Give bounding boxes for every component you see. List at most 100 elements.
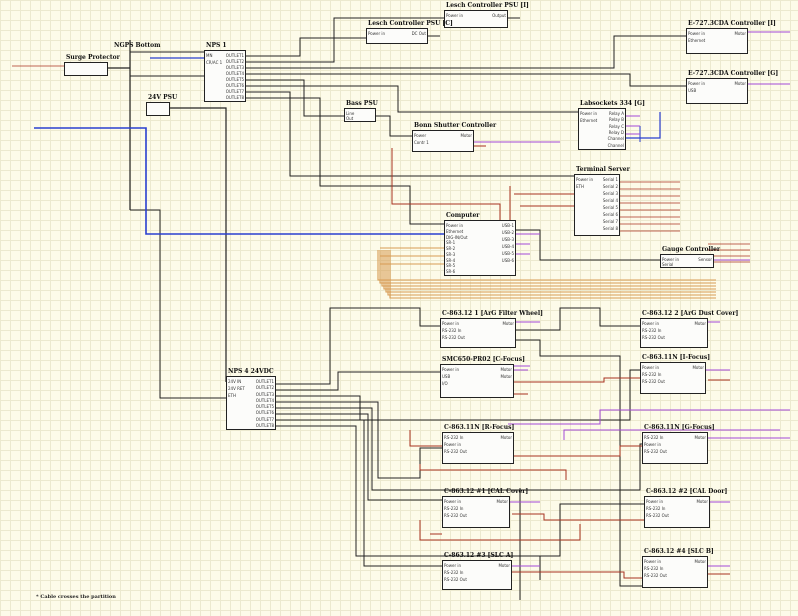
pin-label: OUTLET2: [255, 385, 274, 391]
pin-label: Relay B: [608, 117, 624, 123]
block-title: Lesch Controller PSU [I]: [446, 2, 529, 9]
block-title: Computer: [446, 212, 480, 219]
cable[interactable]: [246, 73, 686, 87]
cable[interactable]: [276, 401, 442, 479]
pin-label: 24V RET: [228, 386, 245, 391]
pin-label: OUTLET4: [225, 71, 244, 76]
pin-label: Relay C: [608, 123, 624, 129]
pin-label: Power in: [646, 499, 664, 504]
cable[interactable]: [246, 85, 578, 113]
cable[interactable]: [419, 464, 567, 480]
cable[interactable]: [376, 115, 412, 137]
pin-label: MN: [206, 53, 213, 58]
pin-label: Power in: [576, 177, 594, 182]
pin-label: Motor: [500, 374, 512, 379]
cable[interactable]: [246, 35, 686, 69]
pin-label: Serial 1: [602, 177, 618, 182]
block-title: C-863.11N [I-Focus]: [642, 354, 711, 361]
pin-label: OUTLET2: [225, 59, 244, 64]
cable[interactable]: [514, 445, 642, 457]
pin-label: OUTLET7: [225, 89, 244, 94]
block-title: Bonn Shutter Controller: [414, 122, 497, 129]
pin-label: Motor: [694, 559, 706, 564]
pin-label: Motor: [500, 367, 512, 372]
cable[interactable]: [276, 371, 440, 391]
cable[interactable]: [34, 127, 444, 235]
cable[interactable]: [409, 430, 442, 447]
pin-label: RS-232 Out: [646, 513, 669, 518]
pin-label: RS-232 Out: [442, 335, 465, 340]
cable[interactable]: [108, 40, 131, 210]
pin-label: Serial: [662, 262, 674, 267]
block-title: NPS 4 24VDC: [228, 368, 274, 375]
pin-label: OUTLET8: [225, 95, 244, 100]
pin-label: Output: [492, 13, 506, 18]
cable[interactable]: [512, 513, 644, 521]
pin-label: RS-232 Out: [644, 449, 667, 454]
pin-label: OUTLET7: [255, 416, 274, 422]
pin-label: Power: [414, 133, 427, 138]
block-psu24[interactable]: [146, 102, 170, 116]
pin-label: Power in: [446, 13, 464, 18]
block-title: SMC650-PR02 [C-Focus]: [442, 356, 525, 363]
cable[interactable]: [246, 37, 366, 57]
pin-label: Motor: [734, 31, 746, 36]
block-title: 24V PSU: [148, 94, 178, 101]
block-title: C-863.11N [G-Focus]: [644, 424, 715, 431]
cable[interactable]: [508, 409, 790, 425]
pin-label: Relay D: [608, 130, 624, 135]
pin-label: Contr 1: [414, 140, 429, 145]
pin-label: USB-3: [501, 237, 514, 242]
pin-label: Motor: [734, 81, 746, 86]
pin-label: USB-4: [501, 244, 514, 249]
pin-label: Channel: [607, 142, 624, 148]
pin-label: DC Out: [411, 31, 426, 36]
pin-label: SR-4: [446, 257, 456, 263]
pin-label: RS-232 Out: [444, 513, 467, 518]
pin-label: 24V IN: [228, 379, 242, 384]
pin-label: Serial 6: [602, 212, 618, 217]
pin-label: RS-232 Out: [644, 573, 667, 578]
pin-label: Motor: [696, 499, 708, 504]
pin-label: RS-232 In: [642, 328, 662, 333]
pin-label: Serial 5: [602, 205, 618, 210]
pin-label: OUTLET5: [225, 77, 244, 82]
pin-label: RS-232 In: [644, 566, 664, 571]
pin-label: Channel: [607, 136, 624, 142]
cable[interactable]: [130, 209, 226, 399]
cable[interactable]: [276, 307, 440, 385]
cable[interactable]: [512, 571, 642, 579]
block-title: NGPS Bottom: [114, 42, 161, 49]
pin-label: ETH: [228, 393, 236, 398]
pin-label: Power in: [580, 111, 598, 116]
pin-label: USB-1: [501, 223, 514, 228]
pin-label: OUTLET6: [255, 410, 274, 416]
pin-label: SR-1: [446, 240, 456, 246]
pin-label: Power in: [444, 563, 462, 568]
pin-label: Motor: [694, 321, 706, 326]
pin-label: OUTLET6: [225, 83, 244, 88]
block-surge[interactable]: [64, 62, 108, 76]
cable[interactable]: [516, 339, 642, 587]
cable[interactable]: [246, 91, 574, 177]
pin-label: RS-232 Out: [642, 335, 665, 340]
block-title: C-863.12 #1 [CAL Cover]: [444, 488, 529, 495]
block-title: C-863.12 #4 [SLC B]: [644, 548, 714, 555]
schematic-canvas[interactable]: Surge Protector NGPS Bottom NPS 1 MN CR/AC 1…: [0, 0, 798, 616]
block-title: Bass PSU: [346, 100, 378, 107]
cable[interactable]: [170, 107, 227, 382]
pin-label: Serial 2: [602, 184, 618, 189]
pin-label: RS-232 In: [644, 435, 664, 440]
cable[interactable]: [276, 419, 442, 567]
pin-label: Motor: [694, 435, 706, 440]
block-title: C-863.12 #2 [CAL Door]: [646, 488, 728, 495]
block-title: C-863.11N [R-Focus]: [444, 424, 515, 431]
cable[interactable]: [514, 377, 640, 383]
pin-label: OUTLET1: [225, 53, 244, 58]
pin-label: OUTLET3: [255, 391, 274, 397]
pin-label: OUTLET3: [225, 65, 244, 70]
pin-label: USB-6: [501, 258, 514, 263]
cable[interactable]: [276, 413, 442, 501]
pin-label: Sensor: [698, 257, 712, 262]
block-title: Surge Protector: [66, 54, 120, 61]
